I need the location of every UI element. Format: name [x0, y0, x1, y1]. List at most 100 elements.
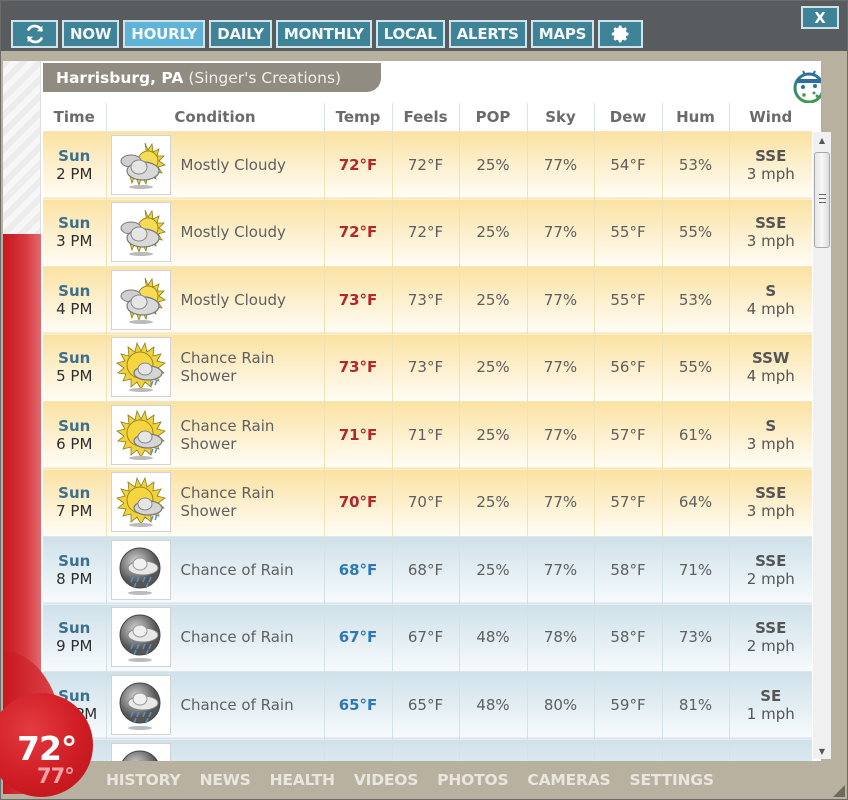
feels-cell: 70°F [391, 468, 459, 536]
footer-link-health[interactable]: HEALTH [270, 771, 335, 789]
wind-direction: S [765, 416, 777, 435]
temp-cell [323, 738, 392, 761]
footer-link-videos[interactable]: VIDEOS [354, 771, 419, 789]
day-label: Sun [58, 281, 91, 300]
temp-cell: 73°F [323, 333, 392, 401]
condition-cell: Chance of Rain [105, 603, 324, 671]
table-row[interactable]: Sun 9 PM Chance of Rain 67°F 67°F 48% 78% 58°F 7… [43, 603, 812, 671]
wind-direction: S [765, 281, 777, 300]
scroll-up-arrow-icon[interactable]: ▲ [813, 132, 831, 148]
wind-speed: 3 mph [746, 502, 795, 521]
table-row[interactable]: Sun10 PMChance of Rain65°F65°F48%80%59°F… [43, 670, 812, 739]
pop-cell: 25% [458, 400, 527, 469]
col-header-feels: Feels [391, 103, 459, 131]
sky-cell [526, 738, 594, 761]
footer-link-cameras[interactable]: CAMERAS [527, 771, 610, 789]
table-row[interactable]: Sun 4 PM Mostly Cloudy 73°F 73°F 25% 77% 55°F 53… [43, 265, 812, 334]
table-row[interactable]: Sun 2 PM Mostly Cloudy 72°F 72°F 25% 77% 54°F 53… [43, 130, 812, 199]
dew-cell: 58°F [593, 535, 662, 604]
temp-cell: 70°F [323, 468, 392, 536]
chance-of-rain-night-icon [110, 674, 171, 735]
scroll-down-arrow-icon[interactable]: ▼ [813, 743, 831, 759]
mostly-cloudy-icon [110, 134, 171, 195]
hum-cell: 55% [661, 333, 729, 401]
wind-direction: SSE [755, 146, 787, 165]
hour-label: 6 PM [56, 434, 93, 453]
time-cell: Sun 3 PM [43, 198, 106, 266]
sky-cell: 77% [526, 400, 594, 469]
table-row[interactable]: Sun 6 PM Chance Rain Shower 71°F 71°F 25% 77% 5… [43, 400, 812, 469]
hour-label: 7 PM [56, 502, 93, 521]
condition-text: Mostly Cloudy [180, 155, 286, 174]
gear-icon [611, 24, 631, 44]
feels-cell: 68°F [391, 535, 459, 604]
pop-cell: 25% [458, 130, 527, 199]
tab-maps[interactable]: MAPS [530, 20, 595, 48]
wind-cell: SSE 2 mph [728, 603, 812, 671]
footer-link-history[interactable]: HISTORY [106, 771, 181, 789]
hum-cell: 73% [661, 603, 729, 671]
dew-cell [593, 738, 662, 761]
dew-cell: 55°F [593, 198, 662, 266]
tab-monthly[interactable]: MONTHLY [275, 20, 372, 48]
ladybug-logo-icon[interactable] [793, 69, 821, 107]
pop-cell: 25% [458, 265, 527, 334]
hour-label: 9 PM [56, 637, 93, 656]
col-header-temp: Temp [323, 103, 392, 131]
wind-speed: 4 mph [746, 299, 795, 318]
temp-cell: 73°F [323, 265, 392, 334]
hum-cell: 55% [661, 198, 729, 266]
temp-cell: 71°F [323, 400, 392, 469]
footer-link-settings[interactable]: SETTINGS [630, 771, 714, 789]
wind-cell: SSE 3 mph [728, 468, 812, 536]
hum-cell: 53% [661, 130, 729, 199]
chance-of-rain-night-icon [110, 539, 171, 600]
weather-window: NOW HOURLY DAILY MONTHLY LOCAL ALERTS MAPS X H… [0, 0, 848, 800]
close-button[interactable]: X [801, 6, 839, 29]
tab-daily[interactable]: DAILY [209, 20, 272, 48]
resize-grip-icon[interactable] [833, 785, 845, 797]
tab-hourly[interactable]: HOURLY [123, 20, 206, 48]
temp-cell: 65°F [323, 670, 392, 739]
condition-text: Chance Rain Shower [180, 349, 275, 386]
table-row[interactable]: Sun 5 PM Chance Rain Shower 73°F 73°F 25% 77% 5… [43, 333, 812, 401]
table-row[interactable]: Sun 3 PM Mostly Cloudy 72°F 72°F 25% 77% 55°F 55… [43, 198, 812, 266]
footer-link-photos[interactable]: PHOTOS [437, 771, 508, 789]
chance-of-rain-night-icon [110, 742, 171, 761]
table-row[interactable]: Sun 8 PM Chance of Rain 68°F 68°F 25% 77% 58°F 7… [43, 535, 812, 604]
content-panel: Harrisburg, PA (Singer's Creations) Time… [3, 61, 821, 761]
hour-label: 3 PM [56, 232, 93, 251]
tab-alerts[interactable]: ALERTS [448, 20, 527, 48]
settings-button[interactable] [598, 20, 644, 48]
time-cell: Sun 5 PM [43, 333, 106, 401]
condition-text: Chance of Rain [180, 628, 294, 647]
condition-text: Mostly Cloudy [180, 290, 286, 309]
wind-speed: 3 mph [746, 164, 795, 183]
location-city: Harrisburg, PA [56, 68, 184, 87]
col-header-condition: Condition [105, 103, 324, 131]
wind-speed: 2 mph [746, 569, 795, 588]
condition-cell: Mostly Cloudy [105, 265, 324, 334]
dew-cell: 58°F [593, 603, 662, 671]
day-label: Sun [58, 551, 91, 570]
wind-direction: SE [760, 686, 782, 705]
condition-text: Mostly Cloudy [180, 223, 286, 242]
sky-cell: 77% [526, 198, 594, 266]
tab-local[interactable]: LOCAL [375, 20, 445, 48]
condition-text: Chance of Rain [180, 695, 294, 714]
table-row[interactable]: Sun 7 PM Chance Rain Shower 70°F 70°F 25% 77% 5… [43, 468, 812, 536]
table-row[interactable]: SE [43, 738, 812, 761]
temp-cell: 68°F [323, 535, 392, 604]
wind-cell: SSE 2 mph [728, 535, 812, 604]
time-cell: Sun 4 PM [43, 265, 106, 334]
tab-now[interactable]: NOW [62, 20, 120, 48]
refresh-button[interactable] [11, 20, 58, 48]
table-scrollbar[interactable]: ▲ ▼ [813, 132, 831, 759]
scroll-thumb[interactable] [814, 152, 830, 248]
footer-link-news[interactable]: NEWS [200, 771, 251, 789]
sky-cell: 77% [526, 265, 594, 334]
chance-of-rain-night-icon [110, 607, 171, 668]
sky-cell: 80% [526, 670, 594, 739]
wind-cell: SE 1 mph [728, 670, 812, 739]
wind-cell: S4 mph [728, 265, 812, 334]
